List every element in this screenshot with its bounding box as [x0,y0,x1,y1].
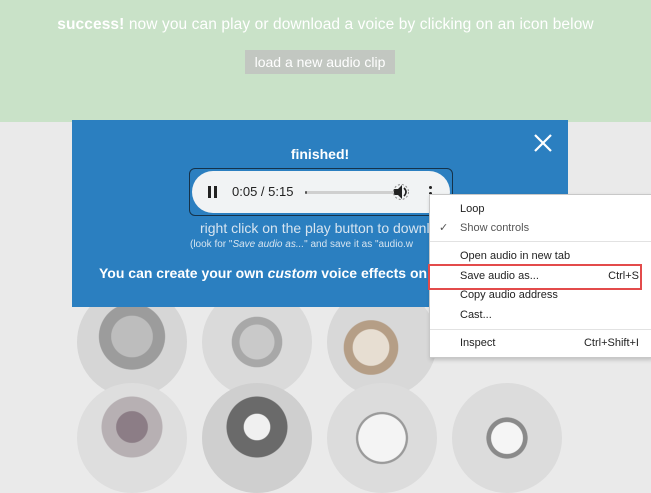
voice-icon-clock[interactable] [327,383,437,493]
save-hint-emphasis: Save audio as... [232,239,305,250]
pause-button[interactable] [206,184,220,200]
banner-success-label: success! [57,16,125,33]
custom-effects-text: You can create your own custom voice eff… [99,265,452,281]
menu-separator [430,241,651,242]
menu-item-open-in-new-tab[interactable]: Open audio in new tab [430,246,651,266]
voice-icon-anonymous-mask[interactable] [202,383,312,493]
success-banner: success! now you can play or download a … [0,0,651,122]
save-hint-suffix: " and save it as "audio.w [304,239,413,250]
menu-item-label: Save audio as... [460,270,539,282]
save-hint: (look for "Save audio as..." and save it… [190,239,413,250]
audio-seek-progress [305,191,307,194]
menu-item-label: Inspect [460,337,496,349]
menu-item-show-controls[interactable]: ✓ Show controls [430,218,651,238]
menu-item-copy-audio-address[interactable]: Copy audio address [430,285,651,305]
menu-item-label: Copy audio address [460,289,558,301]
menu-item-shortcut: Ctrl+Shift+I [583,337,639,349]
menu-item-inspect[interactable]: Inspect Ctrl+Shift+I [430,333,651,353]
voice-icon-radio[interactable] [452,383,562,493]
modal-title: finished! [290,146,350,162]
menu-item-label: Loop [460,203,485,215]
menu-item-shortcut: Ctrl+S [608,270,639,282]
audio-context-menu: Loop ✓ Show controls Open audio in new t… [429,194,651,358]
menu-item-label: Show controls [460,222,530,234]
banner-instructions: now you can play or download a voice by … [124,16,594,33]
save-hint-prefix: (look for " [190,239,233,250]
download-instruction: right click on the play button to downlo [200,220,438,236]
custom-effects-emphasis: custom [267,265,318,281]
menu-item-label: Open audio in new tab [460,250,571,262]
audio-time: 0:05 / 5:15 [232,184,294,199]
menu-item-loop[interactable]: Loop [430,199,651,219]
menu-item-cast[interactable]: Cast... [430,305,651,325]
checkmark-icon: ✓ [439,222,449,234]
custom-effects-prefix: You can create your own [99,265,268,281]
load-new-audio-button[interactable]: load a new audio clip [245,50,395,74]
audio-player[interactable]: 0:05 / 5:15 [189,168,453,216]
audio-player-controls: 0:05 / 5:15 [192,171,450,213]
menu-item-label: Cast... [460,309,492,321]
menu-separator [430,329,651,330]
menu-item-save-audio-as[interactable]: Save audio as... Ctrl+S [430,266,651,286]
banner-message: success! now you can play or download a … [0,16,651,34]
voice-icon-creature[interactable] [77,383,187,493]
audio-seek-bar[interactable] [305,191,401,194]
volume-icon[interactable] [391,182,411,202]
